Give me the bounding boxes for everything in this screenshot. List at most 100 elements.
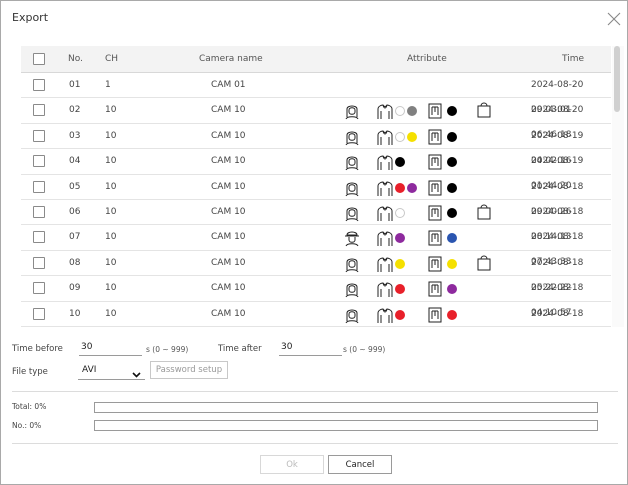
row-attributes xyxy=(343,280,513,298)
row-channel: 10 xyxy=(105,207,117,217)
table-row[interactable]: 10 10 CAM 10 2024-08-18 04:09:52 xyxy=(21,302,611,327)
row-checkbox[interactable] xyxy=(33,79,45,91)
export-dialog: Export No. CH Camera name Attribute Time… xyxy=(0,0,628,485)
total-progress-label: Total: 0% xyxy=(12,402,47,411)
row-channel: 10 xyxy=(105,181,117,192)
scrollbar-thumb[interactable] xyxy=(614,46,620,112)
time-before-input[interactable] xyxy=(79,339,142,356)
row-checkbox[interactable] xyxy=(33,129,45,142)
bottom-color-swatch xyxy=(447,284,457,295)
bottom-color-swatch xyxy=(447,258,457,269)
time-after-label: Time after xyxy=(218,344,262,354)
time-after-range: s (0 ~ 999) xyxy=(343,345,386,354)
row-attributes xyxy=(343,204,513,222)
lower-body-icon xyxy=(428,103,442,119)
table-row[interactable]: 06 10 CAM 10 2024-08-18 08:14:13 xyxy=(21,200,611,242)
row-time: 2024-08-18 05:22:22 xyxy=(531,257,584,293)
row-time: 2024-08-18 08:14:13 xyxy=(531,207,584,242)
upper-body-icon xyxy=(377,282,393,298)
bottom-color-swatch xyxy=(447,106,457,117)
time-after-input[interactable] xyxy=(279,339,342,356)
table-header: No. CH Camera name Attribute Time xyxy=(21,46,611,73)
row-checkbox[interactable] xyxy=(33,282,45,295)
table-scrollbar[interactable] xyxy=(612,46,624,327)
row-camera-name: CAM 10 xyxy=(211,232,246,243)
row-camera-name: CAM 10 xyxy=(211,207,246,217)
top-color-swatch xyxy=(395,131,405,142)
row-checkbox[interactable] xyxy=(33,104,45,117)
lower-body-icon xyxy=(428,205,442,221)
table-row[interactable]: 03 10 CAM 10 2024-08-19 04:02:16 xyxy=(21,124,611,166)
password-setup-button[interactable]: Password setup xyxy=(150,361,228,379)
row-number: 04 xyxy=(69,156,81,167)
row-camera-name: CAM 10 xyxy=(211,283,246,294)
face-icon xyxy=(345,156,359,171)
row-time: 2024-08-20 06:46:18 xyxy=(531,105,584,141)
row-channel: 1 xyxy=(105,80,111,90)
bag-icon xyxy=(477,255,491,271)
row-number: 01 xyxy=(69,80,81,90)
lower-body-icon xyxy=(428,230,442,246)
close-icon[interactable] xyxy=(607,11,623,27)
row-time: 2024-08-20 09:03:01 xyxy=(531,80,584,115)
row-checkbox[interactable] xyxy=(33,180,45,193)
face-icon xyxy=(345,207,359,222)
row-camera-name: CAM 10 xyxy=(211,156,246,167)
table-row[interactable]: 05 10 CAM 10 2024-08-18 09:00:26 xyxy=(21,175,611,217)
cancel-button[interactable]: Cancel xyxy=(328,455,392,474)
row-number: 09 xyxy=(69,283,81,294)
row-channel: 10 xyxy=(105,257,117,268)
row-camera-name: CAM 10 xyxy=(211,181,246,192)
row-attributes xyxy=(343,306,513,324)
upper-body-icon xyxy=(377,257,393,272)
table-row[interactable]: 01 1 CAM 01 2024-08-20 09:03:01 xyxy=(21,73,611,115)
face-icon xyxy=(345,182,359,196)
row-number: 08 xyxy=(69,257,81,268)
event-table: No. CH Camera name Attribute Time 01 1 CAM… xyxy=(21,46,627,327)
row-attributes xyxy=(343,102,513,120)
hat-face-icon xyxy=(345,231,359,247)
header-camera-name: Camera name xyxy=(199,54,263,64)
table-row[interactable]: 09 10 CAM 10 2024-08-18 04:10:57 xyxy=(21,276,611,318)
top-color-swatch xyxy=(395,258,405,269)
bottom-color-swatch xyxy=(447,309,457,320)
table-row[interactable]: 08 10 CAM 10 2024-08-18 05:22:22 xyxy=(21,251,611,293)
row-time: 2024-08-18 04:09:52 xyxy=(531,308,584,319)
row-checkbox[interactable] xyxy=(33,206,45,218)
row-number: 05 xyxy=(69,181,81,192)
file-type-label: File type xyxy=(12,367,48,377)
no-progress-label: No.: 0% xyxy=(12,421,42,430)
upper-body-icon xyxy=(377,206,393,221)
table-row[interactable]: 04 10 CAM 10 2024-08-19 01:44:20 xyxy=(21,149,611,191)
ok-button[interactable]: Ok xyxy=(260,455,324,474)
table-row[interactable]: 02 10 CAM 10 2024-08-20 06:46:18 xyxy=(21,98,611,141)
face-icon xyxy=(345,105,359,120)
row-channel: 10 xyxy=(105,105,117,116)
row-attributes xyxy=(343,153,513,171)
upper-body-icon xyxy=(377,104,393,120)
row-channel: 10 xyxy=(105,308,117,319)
header-ch: CH xyxy=(105,54,119,64)
face-icon xyxy=(345,131,359,146)
top-color-swatch xyxy=(395,208,405,218)
table-row[interactable]: 07 10 CAM 10 2024-08-18 07:43:33 xyxy=(21,225,611,267)
row-checkbox[interactable] xyxy=(33,231,45,244)
bottom-color-swatch xyxy=(447,182,457,193)
upper-body-icon xyxy=(377,308,393,323)
top-color-swatch xyxy=(395,309,405,320)
select-all-checkbox[interactable] xyxy=(33,53,45,65)
lower-body-icon xyxy=(428,154,442,170)
header-time: Time xyxy=(562,54,585,64)
row-checkbox[interactable] xyxy=(33,256,45,269)
row-checkbox[interactable] xyxy=(33,307,45,320)
row-channel: 10 xyxy=(105,232,117,243)
row-channel: 10 xyxy=(105,283,117,294)
lower-body-icon xyxy=(428,180,442,196)
file-type-select[interactable]: AVI xyxy=(78,361,145,380)
header-attribute: Attribute xyxy=(407,54,447,64)
row-attributes xyxy=(343,128,513,146)
row-checkbox[interactable] xyxy=(33,155,45,168)
row-channel: 10 xyxy=(105,130,117,141)
bottom-color-swatch xyxy=(447,131,457,142)
row-number: 07 xyxy=(69,232,81,243)
